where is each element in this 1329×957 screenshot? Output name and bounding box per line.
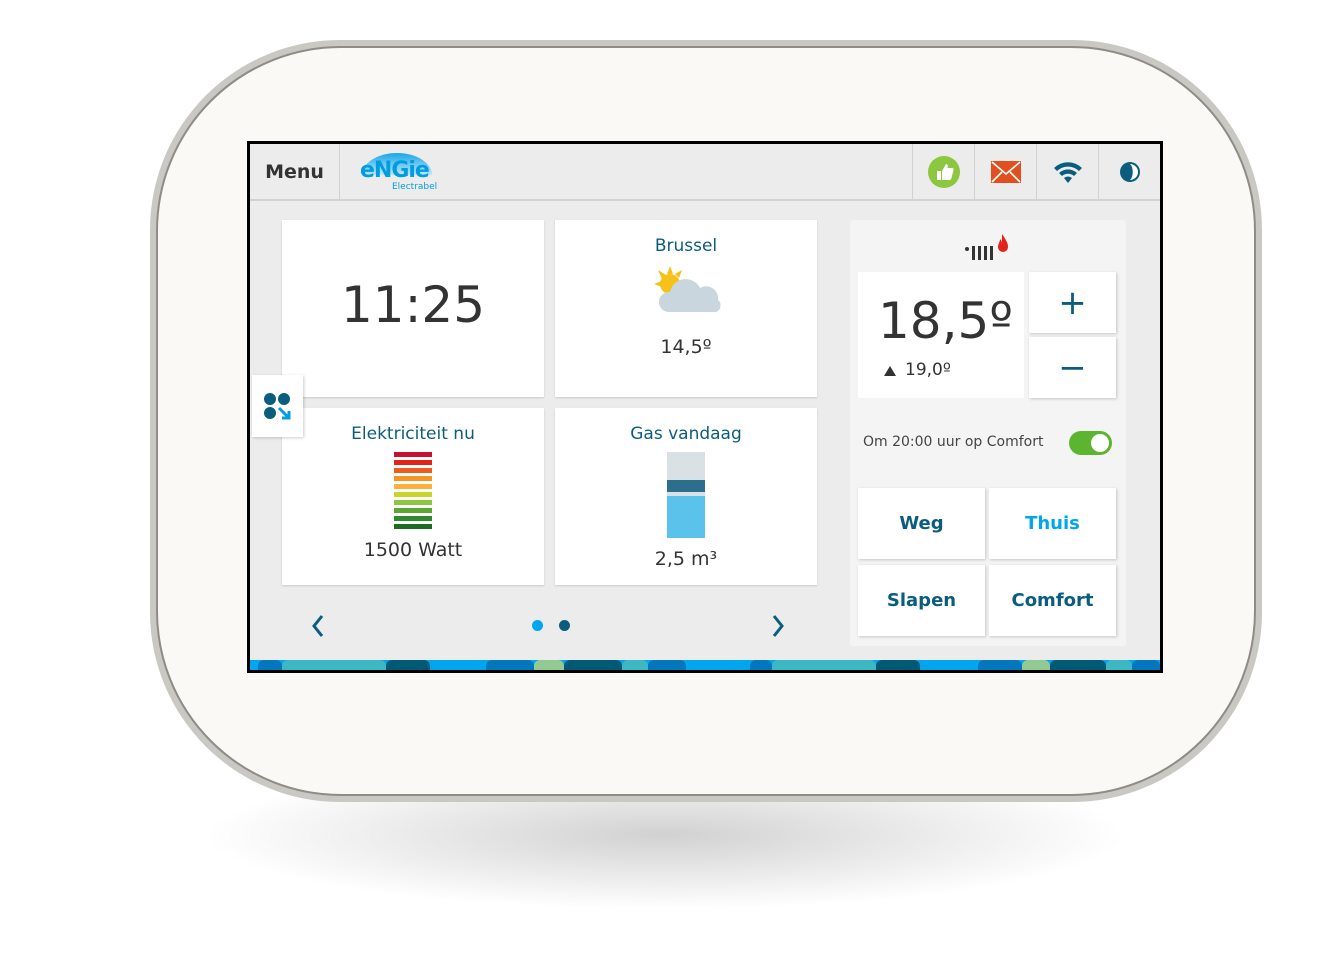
messages-button[interactable] xyxy=(974,144,1036,199)
previous-page-arrow[interactable] xyxy=(310,614,326,638)
clock-tile[interactable]: 11:25 xyxy=(282,220,544,397)
night-mode-button[interactable] xyxy=(1098,144,1160,199)
widgets-icon xyxy=(264,393,291,420)
mode-button-slapen[interactable]: Slapen xyxy=(858,565,985,636)
target-temperature: 19,0º xyxy=(905,360,951,380)
mode-button-thuis[interactable]: Thuis xyxy=(989,488,1116,559)
wifi-button[interactable] xyxy=(1036,144,1098,199)
increase-temperature-button[interactable]: + xyxy=(1029,272,1116,333)
electricity-bar-meter xyxy=(394,452,432,529)
radiator-flame-icon xyxy=(965,234,1008,260)
electricity-title: Elektriciteit nu xyxy=(351,424,475,444)
electricity-tile[interactable]: Elektriciteit nu 1500 Watt xyxy=(282,408,544,585)
decorative-strip xyxy=(250,660,1160,670)
page-dot-1[interactable] xyxy=(532,620,543,631)
mode-button-weg[interactable]: Weg xyxy=(858,488,985,559)
schedule-text: Om 20:00 uur op Comfort xyxy=(863,434,1044,450)
feedback-button[interactable] xyxy=(912,144,974,199)
gas-tile[interactable]: Gas vandaag 2,5 m³ xyxy=(555,408,817,585)
thermostat-panel: 18,5º 19,0º + − Om 20:00 uur op Comfort … xyxy=(850,220,1126,646)
page-dot-2[interactable] xyxy=(559,620,570,631)
widget-switch-button[interactable] xyxy=(252,375,303,437)
menu-button[interactable]: Menu xyxy=(250,144,340,199)
wifi-icon xyxy=(1053,161,1082,183)
thumbs-up-icon xyxy=(927,155,960,188)
mode-button-comfort[interactable]: Comfort xyxy=(989,565,1116,636)
gas-value: 2,5 m³ xyxy=(654,548,718,570)
engie-logo: eNGie Electrabel xyxy=(340,144,450,199)
mail-icon xyxy=(990,160,1021,183)
weather-city: Brussel xyxy=(654,236,718,256)
gas-title: Gas vandaag xyxy=(630,424,742,444)
decrease-temperature-button[interactable]: − xyxy=(1029,337,1116,398)
temperature-display: 18,5º 19,0º xyxy=(858,272,1024,398)
current-temperature: 18,5º xyxy=(878,292,1013,350)
weather-tile[interactable]: Brussel 14,5º xyxy=(555,220,817,397)
screen: Menu eNGie Electrabel 11:25 Brussel 14,5º… xyxy=(247,141,1163,673)
gas-level-meter xyxy=(667,452,705,538)
weather-temperature: 14,5º xyxy=(660,336,712,358)
moon-icon xyxy=(1119,161,1140,182)
schedule-toggle[interactable] xyxy=(1069,431,1112,455)
header: Menu eNGie Electrabel xyxy=(250,144,1160,201)
next-page-arrow[interactable] xyxy=(770,614,786,638)
target-up-icon xyxy=(884,366,896,376)
clock-time: 11:25 xyxy=(340,276,486,334)
partly-cloudy-icon xyxy=(654,266,721,312)
electricity-value: 1500 Watt xyxy=(363,539,463,561)
